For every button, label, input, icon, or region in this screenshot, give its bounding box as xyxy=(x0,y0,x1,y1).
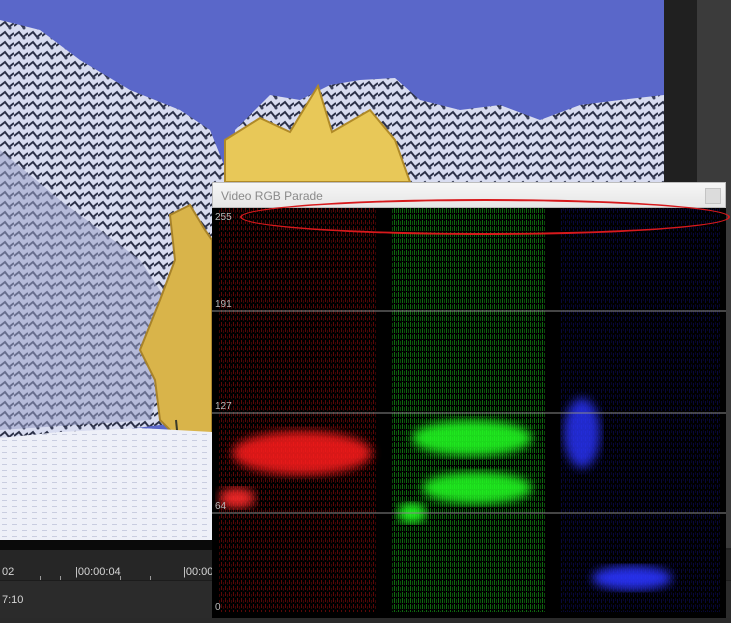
rgb-parade-plot: 255 191 127 64 0 xyxy=(212,208,726,618)
green-channel-trace xyxy=(392,208,546,612)
level-label-127: 127 xyxy=(215,401,232,412)
ruler-label-1: 02 xyxy=(2,566,15,578)
close-icon[interactable] xyxy=(705,188,721,204)
red-channel-trace xyxy=(218,208,376,612)
level-label-64: 64 xyxy=(215,501,227,512)
ruler-label-2: |00:00:04 xyxy=(75,566,121,578)
level-label-191: 191 xyxy=(215,299,232,310)
ruler-label-3: |00:00 xyxy=(183,566,214,578)
highlight-oval xyxy=(240,199,730,235)
rgb-parade-window[interactable]: Video RGB Parade 255 191 127 64 0 xyxy=(212,182,726,618)
level-label-0: 0 xyxy=(215,602,221,613)
level-label-255: 255 xyxy=(215,212,232,223)
parade-graph xyxy=(212,208,726,612)
window-title: Video RGB Parade xyxy=(221,189,323,203)
current-timecode: 7:10 xyxy=(2,594,24,606)
